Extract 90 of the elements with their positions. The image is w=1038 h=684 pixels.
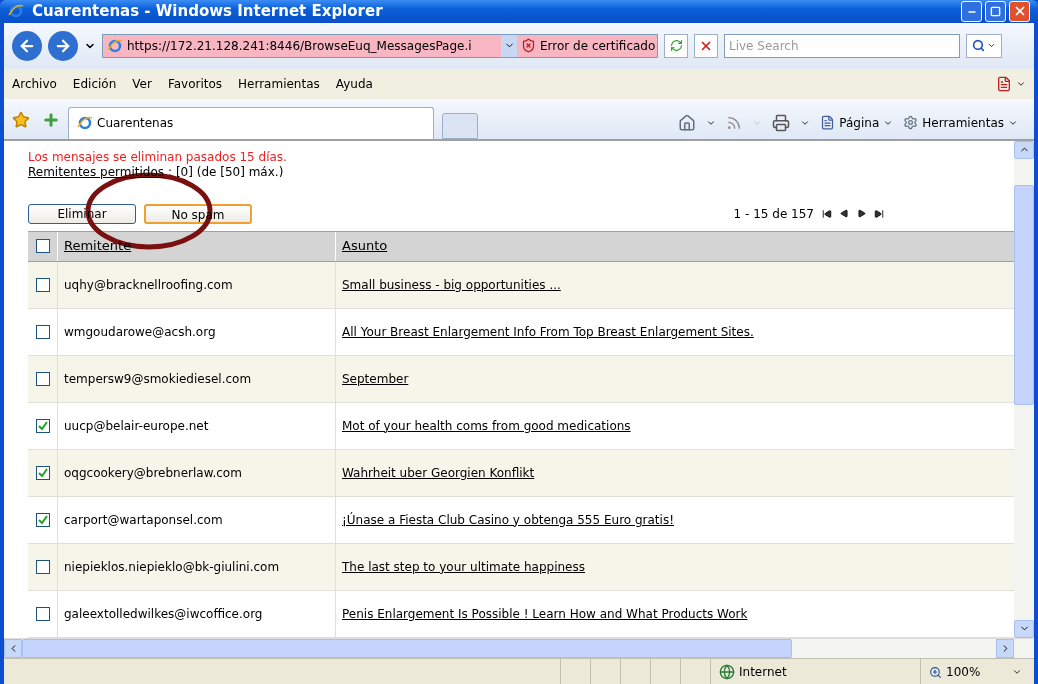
page-icon bbox=[820, 115, 836, 130]
next-page-icon[interactable] bbox=[857, 209, 866, 218]
table-row[interactable]: wmgoudarowe@acsh.org All Your Breast Enlargement Info From Top Breast Enlargement Sites. bbox=[28, 308, 1014, 356]
checkbox[interactable] bbox=[35, 277, 50, 292]
subject-link[interactable]: The last step to your ultimate happiness bbox=[342, 557, 585, 576]
search-button[interactable] bbox=[966, 33, 1002, 58]
vertical-scrollbar[interactable] bbox=[1014, 140, 1034, 638]
notice-text: Los mensajes se eliminan pasados 15 días. bbox=[28, 150, 287, 163]
sender-cell-text: uucp@belair-europe.net bbox=[64, 417, 209, 435]
certificate-error[interactable]: Error de certificado bbox=[540, 36, 656, 55]
page-menu[interactable]: Página bbox=[820, 113, 894, 132]
address-bar[interactable]: https://172.21.128.241:8446/BrowseEuq_MessagesPage.i Error de certificado bbox=[102, 33, 658, 58]
shield-error-icon bbox=[521, 38, 536, 53]
table-row[interactable]: uucp@belair-europe.net Mot of your health coms from good medications bbox=[28, 402, 1014, 450]
first-page-icon[interactable] bbox=[822, 208, 832, 219]
sender-cell-text: oqgcookery@brebnerlaw.com bbox=[64, 464, 242, 482]
checkbox[interactable] bbox=[35, 512, 50, 527]
menu-item[interactable]: Ayuda bbox=[335, 74, 373, 93]
home-icon[interactable] bbox=[678, 113, 697, 132]
menu-item[interactable]: Ver bbox=[132, 74, 152, 93]
url-text: https://172.21.128.241:8446/BrowseEuq_MessagesPage.i bbox=[127, 37, 473, 55]
window-title: Cuarentenas - Windows Internet Explorer bbox=[32, 1, 383, 22]
check-icon bbox=[37, 467, 48, 478]
print-icon[interactable] bbox=[772, 113, 791, 132]
search-icon bbox=[972, 39, 985, 52]
subject-link[interactable]: Penis Enlargement Is Possible ! Learn How and What Products Work bbox=[342, 604, 748, 623]
column-header[interactable]: Asunto bbox=[342, 236, 388, 256]
checkbox[interactable] bbox=[35, 239, 50, 253]
feeds-icon[interactable] bbox=[726, 114, 743, 131]
checkbox[interactable] bbox=[35, 559, 50, 574]
globe-icon bbox=[719, 664, 735, 680]
table-row[interactable]: oqgcookery@brebnerlaw.com Wahrheit uber Georgien Konflikt bbox=[28, 449, 1014, 497]
column-header[interactable]: Remitente bbox=[64, 236, 132, 256]
checkbox[interactable] bbox=[35, 324, 50, 339]
subject-link[interactable]: ¡Únase a Fiesta Club Casino y obtenga 555 Euro gratis! bbox=[342, 510, 674, 529]
document-icon[interactable] bbox=[996, 75, 1012, 92]
sender-cell-text: carport@wartaponsel.com bbox=[64, 511, 223, 529]
sender-cell-text: tempersw9@smokiediesel.com bbox=[64, 370, 252, 388]
allowed-senders-count: : [0] (de [50] máx.) bbox=[168, 164, 284, 181]
browser-tab[interactable]: Cuarentenas bbox=[68, 106, 434, 139]
checkbox[interactable] bbox=[35, 371, 50, 386]
table-row[interactable]: galeextolledwilkes@iwcoffice.org Penis Enlargement Is Possible ! Learn How and What Products Work bbox=[28, 590, 1014, 638]
security-zone: Internet bbox=[739, 664, 787, 681]
zoom-icon[interactable] bbox=[929, 665, 942, 679]
gear-icon bbox=[903, 115, 919, 130]
refresh-icon bbox=[669, 39, 683, 52]
subject-link[interactable]: Wahrheit uber Georgien Konflikt bbox=[342, 463, 535, 482]
check-icon bbox=[37, 420, 48, 431]
pagination-text: 1 - 15 de 157 bbox=[733, 205, 814, 223]
menu-item[interactable]: Edición bbox=[72, 74, 117, 93]
forward-button[interactable] bbox=[48, 30, 78, 61]
zoom-dropdown-icon[interactable] bbox=[1012, 667, 1022, 677]
zoom-level[interactable]: 100% bbox=[946, 663, 981, 681]
sender-cell-text: wmgoudarowe@acsh.org bbox=[64, 323, 216, 341]
subject-link[interactable]: All Your Breast Enlargement Info From Top Breast Enlargement Sites. bbox=[342, 322, 754, 341]
subject-link[interactable]: Small business - big opportunities ... bbox=[342, 275, 561, 294]
table-row[interactable]: carport@wartaponsel.com ¡Únase a Fiesta Club Casino y obtenga 555 Euro gratis! bbox=[28, 496, 1014, 544]
add-favorite-icon[interactable] bbox=[42, 110, 60, 129]
caret-icon bbox=[987, 41, 996, 50]
sender-cell-text: uqhy@bracknellroofing.com bbox=[64, 276, 233, 294]
maximize-icon bbox=[990, 5, 1001, 17]
stop-button[interactable] bbox=[694, 33, 718, 58]
close-button[interactable] bbox=[1009, 0, 1030, 22]
horizontal-scrollbar[interactable] bbox=[4, 637, 1034, 658]
ie-logo-icon bbox=[107, 37, 123, 54]
menu-item[interactable]: Archivo bbox=[12, 74, 57, 93]
checkbox[interactable] bbox=[35, 418, 50, 433]
last-page-icon[interactable] bbox=[874, 208, 884, 219]
menu-item[interactable]: Favoritos bbox=[167, 74, 223, 93]
previous-page-icon[interactable] bbox=[840, 209, 849, 218]
checkbox[interactable] bbox=[35, 465, 50, 480]
sender-cell-text: galeextolledwilkes@iwcoffice.org bbox=[64, 605, 263, 623]
ie-logo-icon bbox=[77, 115, 93, 131]
subject-link[interactable]: Mot of your health coms from good medications bbox=[342, 416, 631, 435]
checkbox[interactable] bbox=[35, 606, 50, 621]
table-row[interactable]: tempersw9@smokiediesel.com September bbox=[28, 355, 1014, 403]
minimize-button[interactable] bbox=[961, 0, 982, 22]
sender-cell-text: niepieklos.niepieklo@bk-giulini.com bbox=[64, 558, 280, 576]
check-icon bbox=[37, 514, 48, 525]
menu-item[interactable]: Herramientas bbox=[238, 74, 320, 93]
table-row[interactable]: uqhy@bracknellroofing.com Small business - big opportunities ... bbox=[28, 261, 1014, 309]
table-row[interactable]: niepieklos.niepieklo@bk-giulini.com The last step to your ultimate happiness bbox=[28, 543, 1014, 591]
maximize-button[interactable] bbox=[985, 0, 1006, 22]
tools-menu[interactable]: Herramientas bbox=[903, 113, 1018, 132]
subject-link[interactable]: September bbox=[342, 369, 409, 388]
refresh-button[interactable] bbox=[664, 33, 688, 58]
back-button[interactable] bbox=[12, 30, 42, 61]
search-field[interactable]: Live Search bbox=[724, 33, 960, 58]
ie-logo-icon bbox=[8, 3, 24, 20]
favorites-star-icon[interactable] bbox=[12, 110, 30, 129]
